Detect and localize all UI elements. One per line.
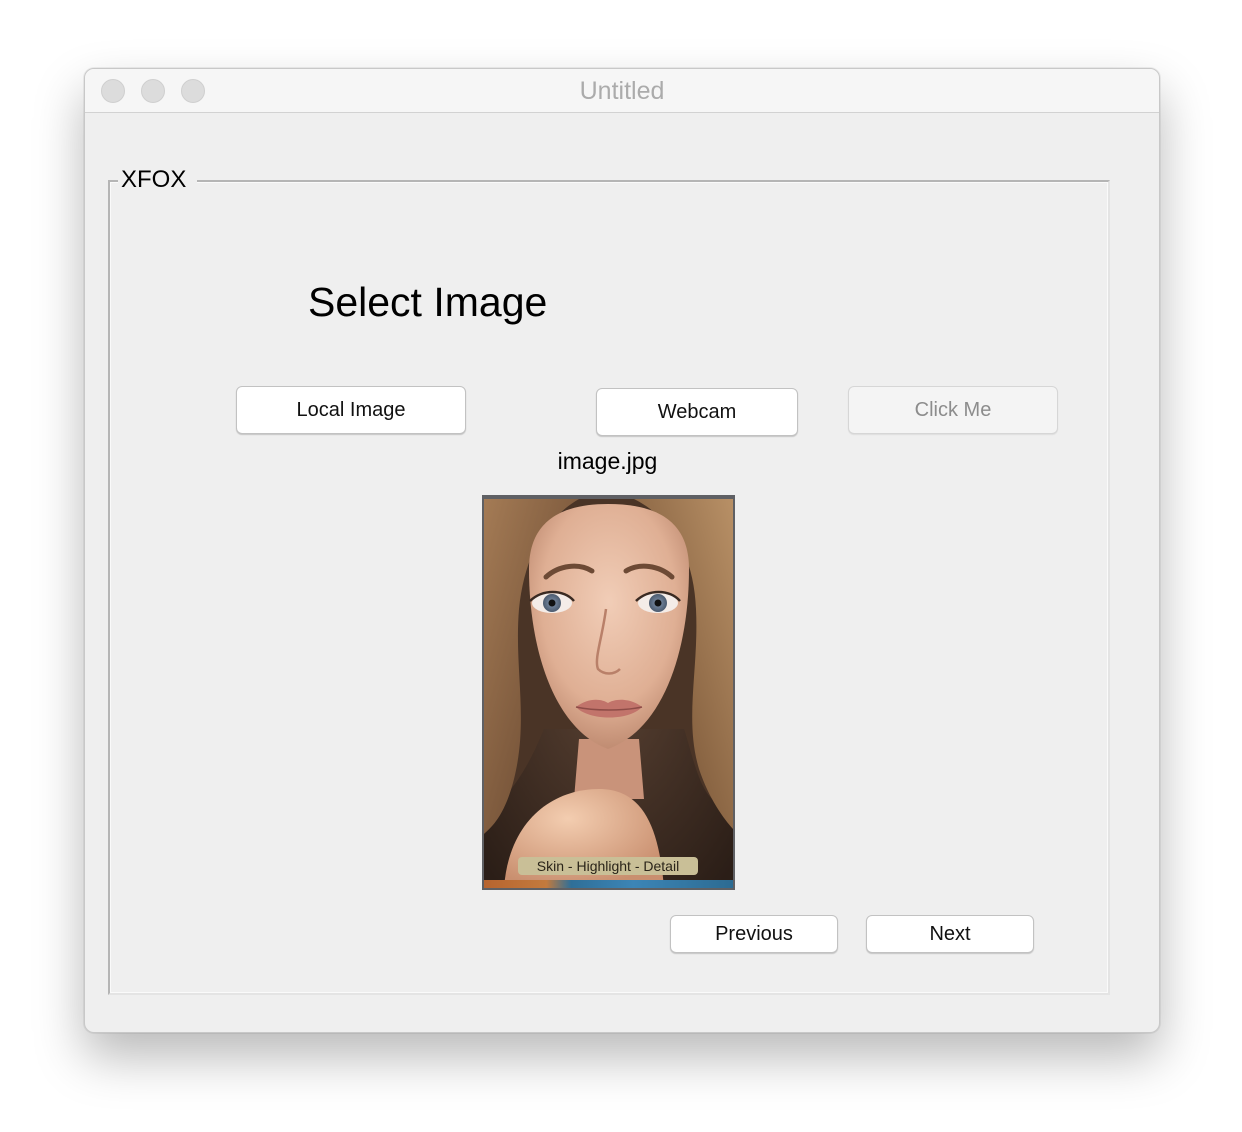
image-filename-label: image.jpg bbox=[557, 448, 658, 474]
local-image-button[interactable]: Local Image bbox=[236, 386, 466, 434]
title-bar[interactable]: Untitled bbox=[85, 69, 1159, 113]
page-heading: Select Image bbox=[308, 279, 548, 325]
group-box-title: XFOX bbox=[118, 165, 198, 195]
click-me-button[interactable]: Click Me bbox=[848, 386, 1058, 434]
window-title: Untitled bbox=[579, 77, 665, 105]
next-button[interactable]: Next bbox=[866, 915, 1034, 953]
app-window: Untitled XFOX Select Image Local Image W… bbox=[84, 68, 1160, 1033]
webcam-button[interactable]: Webcam bbox=[596, 388, 798, 436]
image-preview: Skin - Highlight - Detail bbox=[482, 495, 735, 890]
portrait-photo bbox=[484, 499, 733, 888]
previous-button[interactable]: Previous bbox=[670, 915, 838, 953]
image-bottom-strip bbox=[484, 880, 733, 888]
image-caption: Skin - Highlight - Detail bbox=[518, 857, 698, 875]
